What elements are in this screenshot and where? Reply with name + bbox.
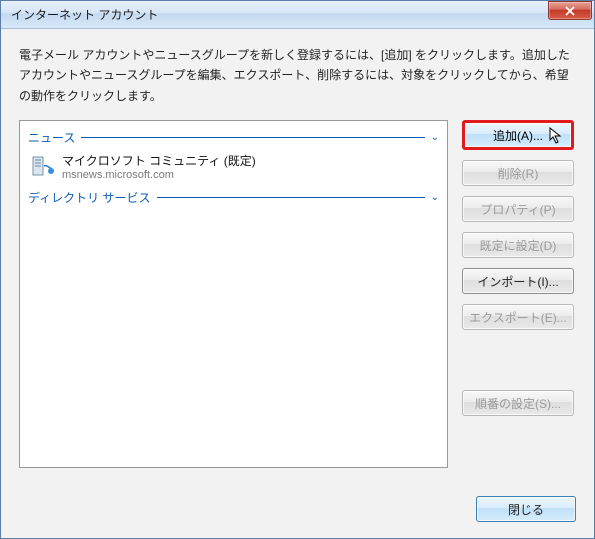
properties-button[interactable]: プロパティ(P): [462, 196, 574, 222]
titlebar: インターネット アカウント: [1, 1, 594, 29]
section-news-label: ニュース: [28, 129, 75, 146]
section-divider: [81, 137, 424, 138]
set-default-button[interactable]: 既定に設定(D): [462, 232, 574, 258]
close-button[interactable]: 閉じる: [476, 496, 576, 522]
accounts-list[interactable]: ニュース ⌄ マイクロソフト コミュニティ (既定): [19, 120, 448, 468]
button-column: 追加(A)... 削除(R) プロパティ(P) 既定に設定(D) インポート(I…: [462, 120, 576, 468]
internet-accounts-dialog: インターネット アカウント 電子メール アカウントやニュースグループを新しく登録…: [0, 0, 595, 539]
server-icon: [30, 154, 54, 178]
account-text: マイクロソフト コミュニティ (既定) msnews.microsoft.com: [62, 152, 256, 181]
chevron-down-icon: ⌄: [431, 132, 439, 143]
dialog-footer: 閉じる: [19, 478, 576, 522]
section-news[interactable]: ニュース ⌄: [28, 127, 439, 148]
dialog-body: 電子メール アカウントやニュースグループを新しく登録するには、[追加] をクリッ…: [1, 29, 594, 538]
window-title: インターネット アカウント: [11, 6, 548, 23]
window-close-button[interactable]: [548, 1, 592, 20]
chevron-down-icon: ⌄: [431, 192, 439, 203]
section-divider: [157, 197, 425, 198]
cursor-icon: [549, 127, 565, 145]
account-item[interactable]: マイクロソフト コミュニティ (既定) msnews.microsoft.com: [28, 148, 439, 187]
instruction-text: 電子メール アカウントやニュースグループを新しく登録するには、[追加] をクリッ…: [19, 45, 576, 106]
main-row: ニュース ⌄ マイクロソフト コミュニティ (既定): [19, 120, 576, 468]
section-directory-label: ディレクトリ サービス: [28, 189, 151, 206]
import-button[interactable]: インポート(I)...: [462, 268, 574, 294]
spacer: [462, 340, 576, 380]
close-icon: [564, 6, 576, 16]
account-name: マイクロソフト コミュニティ (既定): [62, 152, 256, 169]
account-server: msnews.microsoft.com: [62, 169, 256, 181]
add-button-label: 追加(A)...: [493, 129, 543, 143]
export-button[interactable]: エクスポート(E)...: [462, 304, 574, 330]
add-button[interactable]: 追加(A)...: [462, 120, 574, 150]
set-order-button[interactable]: 順番の設定(S)...: [462, 390, 574, 416]
section-directory[interactable]: ディレクトリ サービス ⌄: [28, 187, 439, 208]
remove-button[interactable]: 削除(R): [462, 160, 574, 186]
